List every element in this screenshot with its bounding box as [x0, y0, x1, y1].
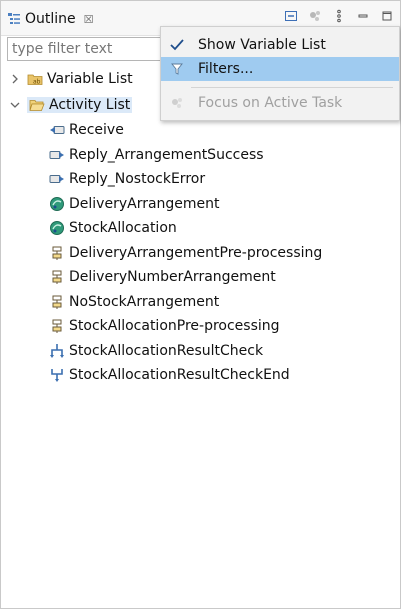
- chevron-right-icon[interactable]: [9, 73, 21, 85]
- tree-label: Reply_NostockError: [69, 171, 206, 187]
- assign-icon: [49, 294, 65, 310]
- tree-label: StockAllocationPre-processing: [69, 318, 280, 334]
- view-title: Outline: [25, 11, 76, 27]
- focus-task-icon: [169, 95, 185, 111]
- merge-icon: [49, 367, 65, 383]
- menu-item-show-variable-list[interactable]: Show Variable List: [161, 33, 399, 57]
- tree-label: DeliveryArrangement: [69, 195, 220, 212]
- checkmark-icon: [169, 37, 185, 53]
- filter-icon: [169, 61, 185, 77]
- tree-label: Variable List: [47, 71, 133, 87]
- reply-icon: [49, 147, 65, 163]
- chevron-down-icon[interactable]: [9, 99, 21, 111]
- close-icon[interactable]: ☒: [84, 13, 94, 26]
- tree-label: NoStockArrangement: [69, 293, 220, 310]
- invoke-icon: [49, 196, 65, 212]
- minimize-icon[interactable]: [356, 9, 370, 23]
- switch-icon: [49, 343, 65, 359]
- tree-item-activity[interactable]: Receive: [49, 118, 124, 142]
- variable-folder-icon: ab: [27, 71, 43, 87]
- tree-item-activity[interactable]: NoStockArrangement: [49, 290, 219, 314]
- tree-label: Receive: [69, 122, 124, 138]
- tree-item-activity[interactable]: DeliveryNumberArrangement: [49, 265, 276, 289]
- svg-text:ab: ab: [33, 79, 41, 86]
- assign-icon: [49, 245, 65, 261]
- receive-icon: [49, 122, 65, 138]
- tree-item-activity[interactable]: StockAllocationPre-processing: [49, 314, 280, 338]
- tree-item-variable-list[interactable]: ab Variable List: [9, 67, 133, 91]
- tree-label: Activity List: [49, 97, 131, 113]
- tree-label: DeliveryNumberArrangement: [69, 269, 276, 285]
- filter-input[interactable]: [7, 37, 167, 61]
- tree-label: DeliveryArrangementPre-processing: [69, 244, 323, 261]
- menu-item-label: Show Variable List: [198, 37, 326, 53]
- tree-label: StockAllocation: [69, 220, 177, 236]
- outline-icon: [7, 12, 21, 26]
- tree-item-activity[interactable]: StockAllocationResultCheckEnd: [49, 363, 290, 387]
- focus-icon[interactable]: [308, 9, 322, 23]
- menu-separator: [191, 87, 393, 88]
- menu-item-filters[interactable]: Filters...: [161, 57, 399, 81]
- tree-item-activity[interactable]: StockAllocation: [49, 216, 177, 240]
- tree-item-activity[interactable]: StockAllocationResultCheck: [49, 339, 263, 363]
- tree-item-activity[interactable]: Reply_ArrangementSuccess: [49, 143, 264, 167]
- selected-node: Activity List: [27, 97, 133, 113]
- tree-label: StockAllocationResultCheck: [69, 342, 264, 359]
- outline-view: Outline ☒ type filter text ab Variable L…: [0, 0, 401, 609]
- collapse-all-icon[interactable]: [284, 9, 298, 23]
- open-folder-icon: [29, 97, 45, 113]
- tree-label: StockAllocationResultCheckEnd: [69, 367, 290, 383]
- view-menu-icon[interactable]: [332, 9, 346, 23]
- maximize-icon[interactable]: [380, 9, 394, 23]
- tree-item-activity-list[interactable]: Activity List: [9, 93, 133, 117]
- tree-item-activity[interactable]: DeliveryArrangementPre-processing: [49, 241, 322, 265]
- outline-tab[interactable]: Outline ☒: [7, 9, 94, 29]
- assign-icon: [49, 269, 65, 285]
- assign-icon: [49, 318, 65, 334]
- menu-item-focus-active-task[interactable]: Focus on Active Task: [161, 91, 399, 115]
- menu-item-label: Focus on Active Task: [198, 95, 343, 111]
- menu-item-label: Filters...: [198, 61, 254, 77]
- invoke-icon: [49, 220, 65, 236]
- tree-item-activity[interactable]: Reply_NostockError: [49, 167, 205, 191]
- view-toolbar: [284, 9, 394, 23]
- view-dropdown-menu: Show Variable List Filters... Focus on A…: [160, 26, 400, 121]
- tree-label: Reply_ArrangementSuccess: [69, 146, 264, 163]
- tree-item-activity[interactable]: DeliveryArrangement: [49, 192, 220, 216]
- reply-icon: [49, 171, 65, 187]
